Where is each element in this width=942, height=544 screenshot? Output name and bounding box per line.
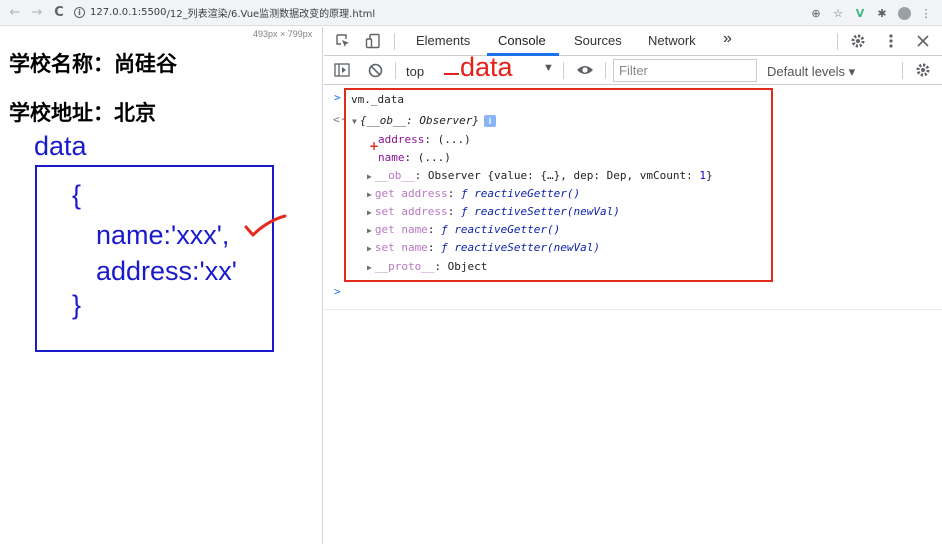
tab-console[interactable]: Console (498, 33, 546, 48)
annotation-brace-close: } (72, 290, 82, 320)
tab-network[interactable]: Network (648, 33, 696, 48)
school-name-heading: 学校名称：尚硅谷 (9, 52, 177, 76)
settings-gear-icon[interactable] (848, 31, 868, 51)
next-prompt-icon[interactable]: > (334, 285, 341, 298)
live-expression-eye-icon[interactable] (575, 60, 595, 80)
log-levels-dropdown[interactable]: Default levels ▾ (767, 64, 855, 80)
profile-avatar-icon[interactable] (894, 3, 914, 23)
url-host: 127.0.0.1:5500 (90, 7, 167, 18)
console-settings-gear-icon[interactable] (913, 60, 933, 80)
filter-input[interactable] (614, 60, 756, 81)
more-tabs-button[interactable]: » (723, 30, 732, 48)
viewport-size-label: 493px × 799px (253, 29, 313, 39)
annotation-red-box (344, 88, 773, 282)
school-address-heading: 学校地址：北京 (9, 101, 156, 125)
clear-console-icon[interactable] (365, 60, 385, 80)
annotation-address-line: address:'xx' (96, 256, 237, 286)
device-toolbar-icon[interactable] (363, 31, 383, 51)
show-sidebar-icon[interactable] (332, 60, 352, 80)
annotation-name-line: name:'xxx', (96, 220, 230, 250)
annotation-data-text: data (460, 52, 513, 82)
console-filter-field[interactable] (613, 59, 757, 82)
site-info-icon[interactable]: i (74, 7, 85, 18)
console-output: > vm._data <· ▼ {__ob__: Observer} i addre… (324, 86, 942, 544)
forward-button[interactable]: → (26, 2, 48, 24)
tab-elements[interactable]: Elements (416, 33, 470, 48)
page-viewport: 493px × 799px 学校名称：尚硅谷 学校地址：北京 data { na… (0, 27, 323, 544)
close-devtools-icon[interactable] (913, 31, 933, 51)
extensions-icon[interactable]: ✱ (872, 3, 892, 23)
devtools-tabbar: Elements Console Sources Network » (324, 27, 942, 56)
reload-button[interactable]: C (48, 2, 70, 24)
browser-menu-icon[interactable]: ⋮ (916, 3, 936, 23)
devtools-panel: Elements Console Sources Network » top d… (324, 27, 942, 544)
inspect-element-icon[interactable] (333, 31, 353, 51)
back-button[interactable]: ← (4, 2, 26, 24)
address-bar[interactable]: i 127.0.0.1:5500/12_列表渲染/6.Vue监测数据改变的原理.… (74, 3, 375, 23)
zoom-icon[interactable]: ⊕ (806, 3, 826, 23)
context-dropdown-icon[interactable]: ▼ (543, 62, 554, 74)
tab-sources[interactable]: Sources (574, 33, 622, 48)
annotation-data-label: data (34, 131, 87, 161)
execution-context-select[interactable]: top (406, 64, 424, 79)
bookmark-star-icon[interactable]: ☆ (828, 3, 848, 23)
customize-menu-icon[interactable] (881, 31, 901, 51)
console-toolbar: top data ▼ Default levels ▾ (324, 52, 942, 85)
annotation-brace-open: { (72, 180, 82, 210)
browser-toolbar: ← → C i 127.0.0.1:5500/12_列表渲染/6.Vue监测数据… (0, 0, 942, 26)
checkmark-annotation-icon (244, 214, 287, 237)
input-prompt-icon: > (334, 91, 341, 104)
result-separator (324, 309, 942, 310)
annotation-underscore (444, 73, 459, 75)
url-path: /12_列表渲染/6.Vue监测数据改变的原理.html (166, 9, 376, 20)
vue-devtools-icon[interactable]: V (850, 3, 870, 23)
